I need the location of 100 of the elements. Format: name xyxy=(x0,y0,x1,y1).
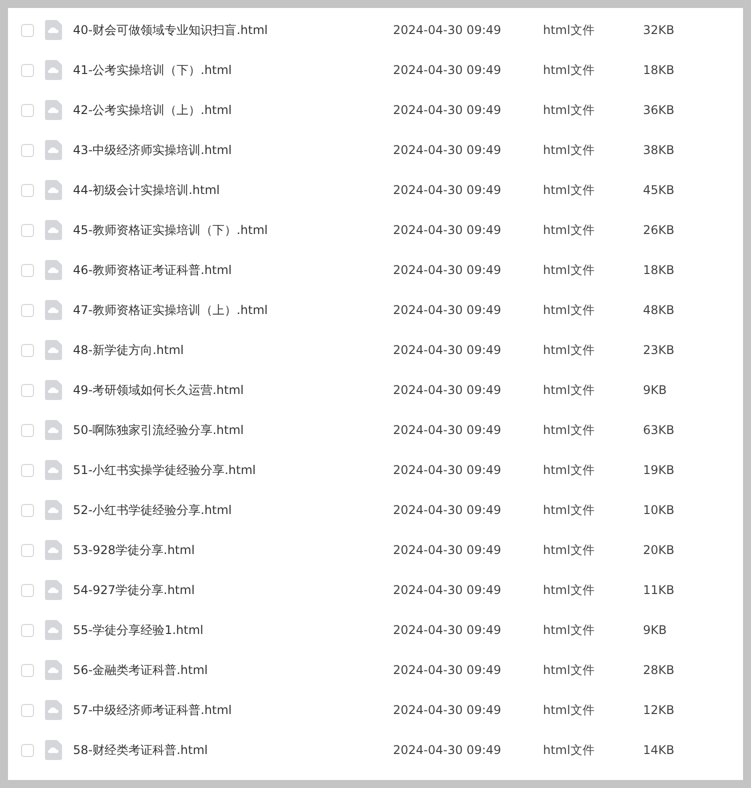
checkbox[interactable] xyxy=(21,264,34,276)
checkbox[interactable] xyxy=(21,584,34,596)
file-name[interactable]: 51-小红书实操学徒经验分享.html xyxy=(73,462,393,478)
file-type: html文件 xyxy=(543,22,596,38)
file-name[interactable]: 40-财会可做领域专业知识扫盲.html xyxy=(73,22,393,38)
cloud-file-icon xyxy=(45,220,62,240)
checkbox[interactable] xyxy=(21,224,34,236)
checkbox[interactable] xyxy=(21,464,34,476)
file-size: 12KB xyxy=(643,703,674,717)
file-name[interactable]: 56-金融类考证科普.html xyxy=(73,662,393,678)
cloud-file-icon xyxy=(45,20,62,40)
cloud-file-icon xyxy=(45,100,62,120)
file-size: 32KB xyxy=(643,23,674,37)
file-type: html文件 xyxy=(543,742,596,758)
modified-time: 2024-04-30 09:49 xyxy=(393,103,502,117)
checkbox[interactable] xyxy=(21,664,34,676)
file-size: 26KB xyxy=(643,223,674,237)
file-type: html文件 xyxy=(543,182,596,198)
file-name[interactable]: 53-928学徒分享.html xyxy=(73,542,393,558)
checkbox[interactable] xyxy=(21,424,34,436)
checkbox[interactable] xyxy=(21,24,34,36)
checkbox[interactable] xyxy=(21,104,34,116)
file-name[interactable]: 45-教师资格证实操培训（下）.html xyxy=(73,222,393,238)
modified-time: 2024-04-30 09:49 xyxy=(393,263,502,277)
file-name[interactable]: 44-初级会计实操培训.html xyxy=(73,182,393,198)
file-type: html文件 xyxy=(543,422,596,438)
checkbox[interactable] xyxy=(21,304,34,316)
checkbox[interactable] xyxy=(21,344,34,356)
file-size: 9KB xyxy=(643,623,667,637)
modified-time: 2024-04-30 09:49 xyxy=(393,623,502,637)
checkbox[interactable] xyxy=(21,624,34,636)
file-size: 19KB xyxy=(643,463,674,477)
file-type: html文件 xyxy=(543,102,596,118)
modified-time: 2024-04-30 09:49 xyxy=(393,703,502,717)
modified-time: 2024-04-30 09:49 xyxy=(393,423,502,437)
cloud-file-icon xyxy=(45,260,62,280)
cloud-file-icon xyxy=(45,700,62,720)
cloud-file-icon xyxy=(45,340,62,360)
modified-time: 2024-04-30 09:49 xyxy=(393,743,502,757)
file-type: html文件 xyxy=(543,142,596,158)
file-name[interactable]: 54-927学徒分享.html xyxy=(73,582,393,598)
file-name[interactable]: 49-考研领域如何长久运营.html xyxy=(73,382,393,398)
file-name[interactable]: 57-中级经济师考证科普.html xyxy=(73,702,393,718)
cloud-file-icon xyxy=(45,500,62,520)
file-size: 63KB xyxy=(643,423,674,437)
file-type: html文件 xyxy=(543,702,596,718)
file-type: html文件 xyxy=(543,502,596,518)
modified-time: 2024-04-30 09:49 xyxy=(393,143,502,157)
file-name[interactable]: 58-财经类考证科普.html xyxy=(73,742,393,758)
checkbox[interactable] xyxy=(21,744,34,756)
file-type: html文件 xyxy=(543,582,596,598)
checkbox[interactable] xyxy=(21,544,34,556)
cloud-file-icon xyxy=(45,580,62,600)
checkbox[interactable] xyxy=(21,704,34,716)
cloud-file-icon xyxy=(45,180,62,200)
modified-time: 2024-04-30 09:49 xyxy=(393,663,502,677)
file-size: 18KB xyxy=(643,263,674,277)
cloud-file-icon xyxy=(45,420,62,440)
checkbox[interactable] xyxy=(21,184,34,196)
file-type: html文件 xyxy=(543,262,596,278)
file-size: 14KB xyxy=(643,743,674,757)
file-type: html文件 xyxy=(543,302,596,318)
cloud-file-icon xyxy=(45,300,62,320)
cloud-file-icon xyxy=(45,620,62,640)
cloud-file-icon xyxy=(45,380,62,400)
modified-time: 2024-04-30 09:49 xyxy=(393,183,502,197)
modified-time: 2024-04-30 09:49 xyxy=(393,303,502,317)
file-type: html文件 xyxy=(543,62,596,78)
modified-time: 2024-04-30 09:49 xyxy=(393,63,502,77)
file-name[interactable]: 42-公考实操培训（上）.html xyxy=(73,102,393,118)
checkbox[interactable] xyxy=(21,144,34,156)
cloud-file-icon xyxy=(45,140,62,160)
file-size: 10KB xyxy=(643,503,674,517)
file-name[interactable]: 52-小红书学徒经验分享.html xyxy=(73,502,393,518)
checkbox[interactable] xyxy=(21,64,34,76)
file-size: 28KB xyxy=(643,663,674,677)
file-name[interactable]: 41-公考实操培训（下）.html xyxy=(73,62,393,78)
modified-time: 2024-04-30 09:49 xyxy=(393,383,502,397)
file-type: html文件 xyxy=(543,622,596,638)
cloud-file-icon xyxy=(45,660,62,680)
modified-time: 2024-04-30 09:49 xyxy=(393,583,502,597)
file-size: 20KB xyxy=(643,543,674,557)
file-size: 18KB xyxy=(643,63,674,77)
modified-time: 2024-04-30 09:49 xyxy=(393,543,502,557)
file-size: 23KB xyxy=(643,343,674,357)
checkbox[interactable] xyxy=(21,504,34,516)
file-name[interactable]: 48-新学徒方向.html xyxy=(73,342,393,358)
file-size: 38KB xyxy=(643,143,674,157)
file-type: html文件 xyxy=(543,342,596,358)
cloud-file-icon xyxy=(45,540,62,560)
file-name[interactable]: 50-啊陈独家引流经验分享.html xyxy=(73,422,393,438)
file-name[interactable]: 55-学徒分享经验1.html xyxy=(73,622,393,638)
modified-time: 2024-04-30 09:49 xyxy=(393,223,502,237)
file-name[interactable]: 47-教师资格证实操培训（上）.html xyxy=(73,302,393,318)
file-name[interactable]: 43-中级经济师实操培训.html xyxy=(73,142,393,158)
checkbox[interactable] xyxy=(21,384,34,396)
file-type: html文件 xyxy=(543,222,596,238)
file-name[interactable]: 46-教师资格证考证科普.html xyxy=(73,262,393,278)
file-size: 9KB xyxy=(643,383,667,397)
file-type: html文件 xyxy=(543,382,596,398)
